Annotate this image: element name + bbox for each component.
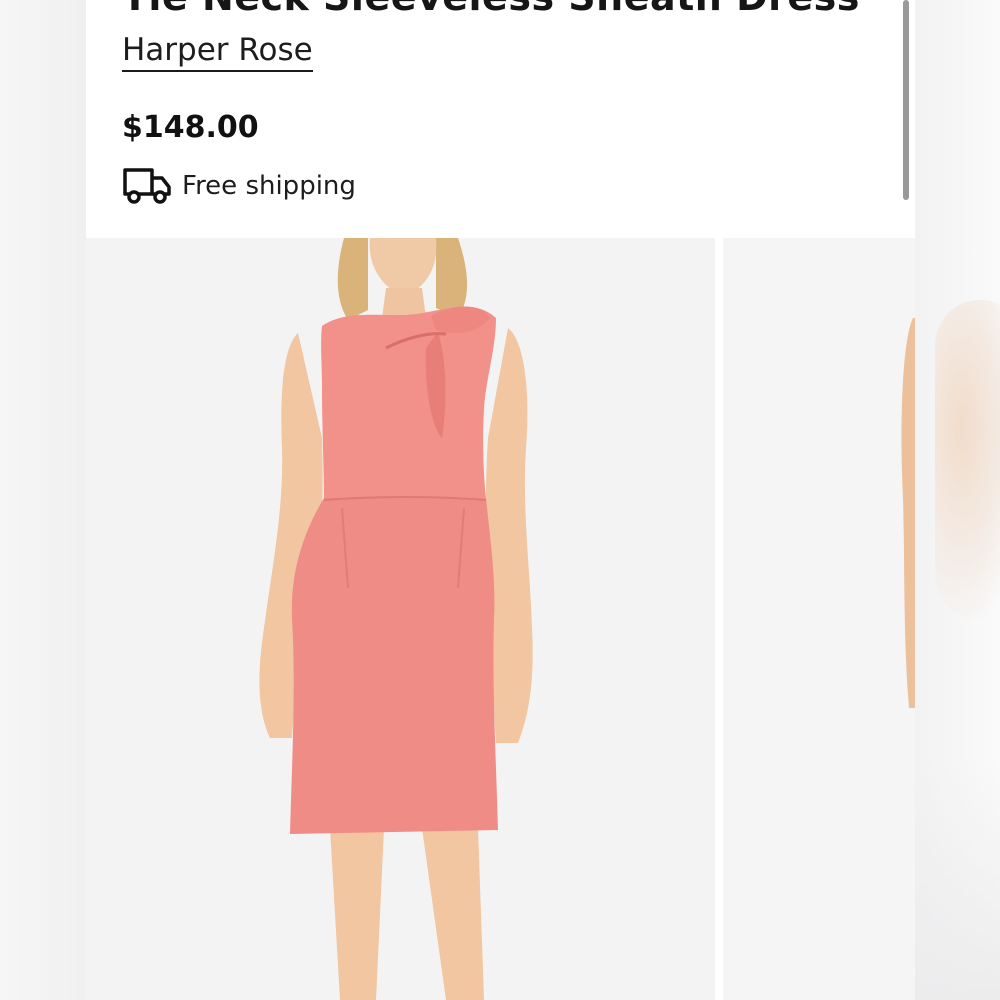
previous-page-edge: [0, 0, 86, 1000]
shipping-info: Free shipping: [122, 166, 356, 206]
shipping-label: Free shipping: [182, 171, 356, 201]
product-image-next[interactable]: [723, 238, 915, 1000]
product-title: Tie Neck Sleeveless Sheath Dress: [122, 0, 860, 16]
blurred-figure-lower: [915, 760, 1000, 1000]
scrollbar-thumb[interactable]: [903, 0, 909, 200]
model-photo: [259, 238, 533, 1000]
product-image-main[interactable]: [86, 238, 715, 1000]
brand-link[interactable]: Harper Rose: [122, 32, 313, 72]
product-price: $148.00: [122, 110, 259, 145]
blurred-figure: [935, 300, 1000, 620]
truck-icon: [123, 168, 171, 204]
gallery-divider: [715, 238, 723, 1000]
next-page-edge: [915, 0, 1000, 1000]
model-photo-partial: [901, 318, 915, 708]
product-info-panel: Tie Neck Sleeveless Sheath Dress Harper …: [86, 0, 915, 238]
